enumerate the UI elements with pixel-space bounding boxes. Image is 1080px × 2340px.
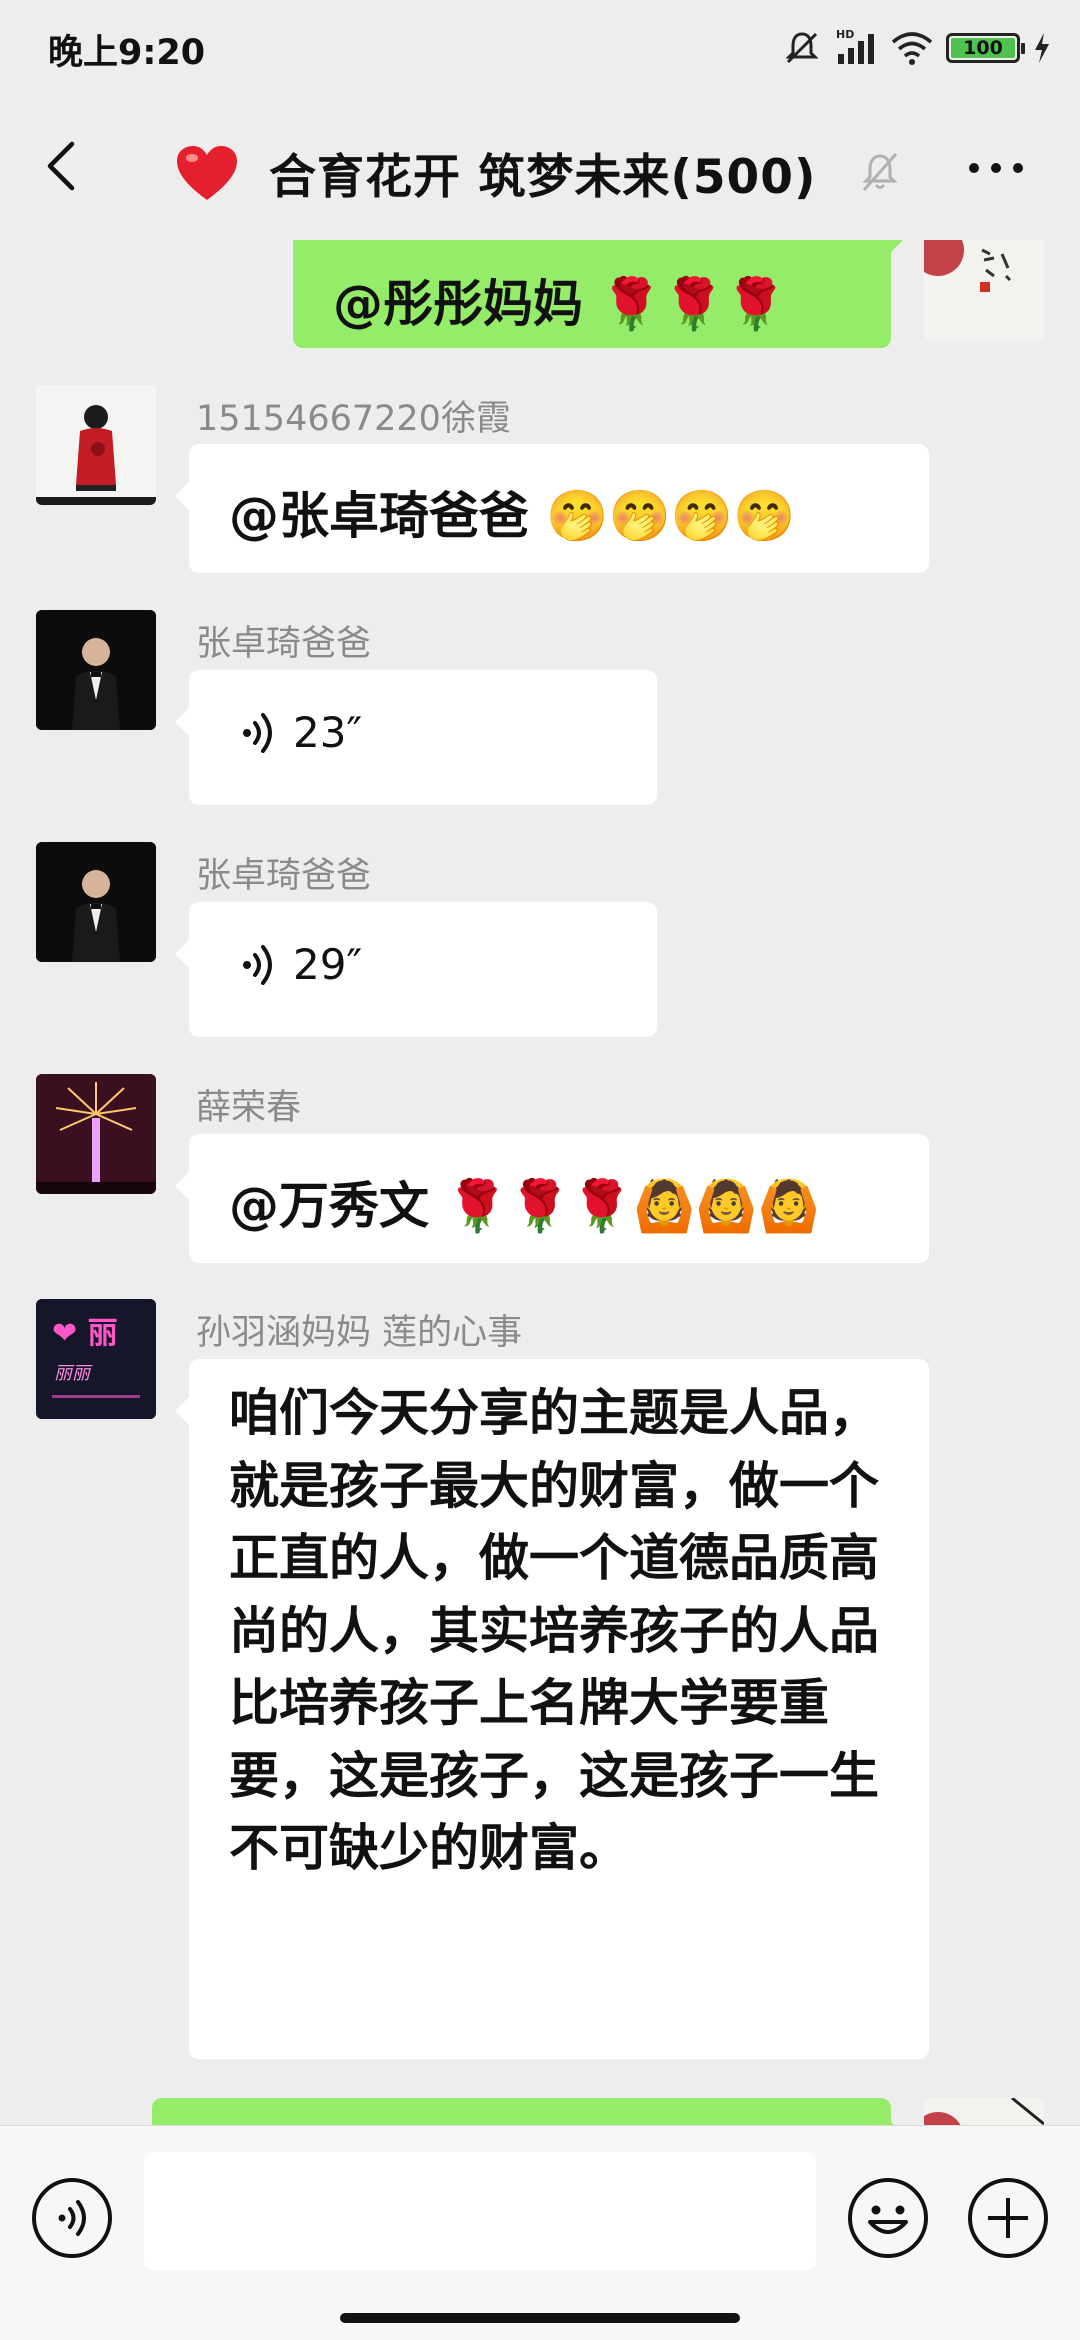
sender-name: 张卓琦爸爸 (196, 624, 372, 664)
voice-message-bubble[interactable]: 23″ (175, 670, 657, 805)
more-options-icon[interactable] (966, 160, 1026, 176)
man-in-suit-image (36, 610, 156, 730)
chat-header: 合育花开 筑梦未来(500) (0, 110, 1080, 230)
message-bubble[interactable]: @张卓琦爸爸 🤭🤭🤭🤭 (175, 444, 929, 573)
my-avatar[interactable] (924, 2098, 1044, 2125)
calligraphy-avatar-image (924, 2098, 1044, 2125)
sender-name: 张卓琦爸爸 (196, 856, 372, 896)
message-bubble-mine[interactable]: @彤彤妈妈 🌹🌹🌹 (293, 240, 905, 348)
voice-duration: 29″ (293, 940, 363, 989)
message-text: @张卓琦爸爸 🤭🤭🤭🤭 (229, 487, 796, 545)
signal-icon: HD (836, 28, 874, 64)
avatar-xuerongchun[interactable] (36, 1074, 156, 1194)
message-text: @彤彤妈妈 🌹🌹🌹 (333, 275, 788, 333)
avatar-sunyuhan-mom[interactable]: ❤ 丽丽丽 (36, 1299, 156, 1419)
battery-icon: 100 (946, 33, 1025, 63)
status-icons: HD 100 (782, 26, 1052, 70)
message-bubble-mine[interactable] (152, 2098, 905, 2125)
voice-content: 29″ (241, 940, 362, 989)
input-bar (0, 2125, 1080, 2340)
emoji-icon[interactable] (846, 2176, 930, 2260)
avatar-xuxia[interactable] (36, 385, 156, 505)
voice-duration: 23″ (293, 708, 363, 757)
voice-wave-icon (243, 944, 272, 985)
message-bubble[interactable]: @万秀文 🌹🌹🌹🙆🙆🙆 (175, 1134, 929, 1263)
voice-input-icon[interactable] (30, 2176, 114, 2260)
my-avatar[interactable] (924, 240, 1044, 340)
avatar-zhangzhuoqi[interactable] (36, 610, 156, 730)
neon-heart-text: ❤ 丽 (52, 1316, 118, 1351)
title-group[interactable]: 合育花开 筑梦未来(500) (175, 138, 816, 207)
calligraphy-avatar-image (924, 240, 1044, 340)
message-input[interactable] (144, 2152, 816, 2270)
status-time: 晚上9:20 (48, 33, 206, 73)
voice-message-bubble[interactable]: 29″ (175, 902, 657, 1037)
muted-bell-icon (862, 153, 898, 191)
sender-name: 薛荣春 (196, 1088, 302, 1128)
neon-sign-image: ❤ 丽丽丽 (36, 1299, 156, 1419)
neon-script-text: 丽丽 (54, 1363, 93, 1384)
voice-content: 23″ (241, 708, 362, 757)
charging-icon (1035, 33, 1049, 63)
man-in-suit-image (36, 842, 156, 962)
status-bar: 晚上9:20 HD 100 (0, 0, 1080, 100)
back-arrow-icon[interactable] (34, 136, 94, 196)
chat-title: 合育花开 筑梦未来(500) (269, 150, 817, 205)
woman-with-roses-image (36, 385, 156, 505)
home-indicator[interactable] (340, 2313, 740, 2323)
avatar-zhangzhuoqi[interactable] (36, 842, 156, 962)
voice-wave-icon (243, 712, 272, 753)
fireworks-image (36, 1074, 156, 1194)
mute-icon (785, 32, 819, 64)
plus-icon[interactable] (966, 2176, 1050, 2260)
heart-icon (177, 145, 237, 200)
message-bubble[interactable]: 咱们今天分享的主题是人品，就是孩子最大的财富，做一个正直的人，做一个道德品质高尚… (175, 1359, 929, 2059)
sender-name: 15154667220徐霞 (196, 399, 511, 439)
battery-level: 100 (951, 38, 1015, 58)
sender-name: 孙羽涵妈妈 莲的心事 (196, 1313, 523, 1353)
wifi-icon (891, 32, 933, 65)
message-text: @万秀文 🌹🌹🌹🙆🙆🙆 (229, 1177, 820, 1235)
message-list[interactable]: @彤彤妈妈 🌹🌹🌹 15154667220徐霞 @张卓琦爸爸 🤭🤭🤭🤭 张卓琦爸… (0, 240, 1080, 2125)
svg-text:HD: HD (836, 28, 854, 41)
message-text: 咱们今天分享的主题是人品，就是孩子最大的财富，做一个正直的人，做一个道德品质高尚… (229, 1384, 879, 1877)
